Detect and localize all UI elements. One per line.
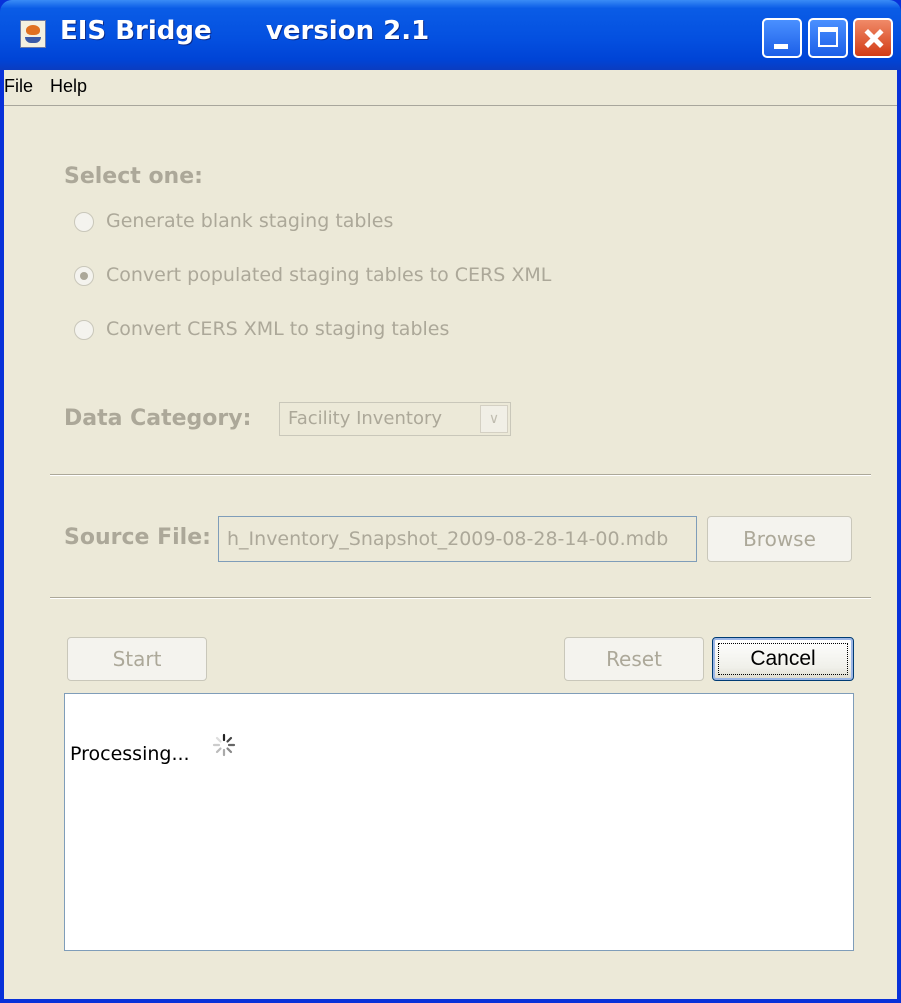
output-panel[interactable]: Processing... bbox=[64, 693, 854, 951]
title-bar[interactable]: EIS Bridge version 2.1 bbox=[0, 0, 901, 70]
window-title: EIS Bridge version 2.1 bbox=[60, 16, 430, 46]
divider bbox=[50, 474, 871, 476]
reset-button[interactable]: Reset bbox=[564, 637, 704, 681]
menu-help[interactable]: Help bbox=[50, 76, 87, 97]
menu-bar: File Help bbox=[4, 70, 897, 106]
maximize-button[interactable] bbox=[808, 18, 848, 58]
chevron-down-icon[interactable]: ∨ bbox=[480, 405, 508, 433]
data-category-label: Data Category: bbox=[64, 406, 252, 431]
app-window: EIS Bridge version 2.1 File Help Select … bbox=[0, 0, 901, 1003]
focus-ring bbox=[718, 643, 848, 675]
data-category-value: Facility Inventory bbox=[288, 408, 443, 429]
client-area: File Help Select one: Generate blank sta… bbox=[4, 70, 897, 999]
close-button[interactable] bbox=[853, 18, 893, 58]
browse-button[interactable]: Browse bbox=[707, 516, 852, 562]
status-text: Processing... bbox=[70, 743, 190, 765]
cancel-button[interactable]: Cancel bbox=[712, 637, 854, 681]
source-file-label: Source File: bbox=[64, 525, 211, 550]
divider bbox=[50, 597, 871, 599]
radio-button[interactable] bbox=[74, 212, 94, 232]
menu-file[interactable]: File bbox=[4, 76, 33, 97]
minimize-button[interactable] bbox=[762, 18, 802, 58]
option-convert-to-xml[interactable]: Convert populated staging tables to CERS… bbox=[74, 264, 574, 292]
data-category-dropdown[interactable]: Facility Inventory ∨ bbox=[279, 402, 511, 436]
option-generate-blank[interactable]: Generate blank staging tables bbox=[74, 210, 574, 238]
radio-button-selected[interactable] bbox=[74, 266, 94, 286]
option-label: Generate blank staging tables bbox=[106, 210, 394, 232]
java-app-icon bbox=[20, 20, 46, 48]
source-file-value: h_Inventory_Snapshot_2009-08-28-14-00.md… bbox=[227, 528, 669, 550]
spinner-icon bbox=[212, 733, 236, 757]
radio-dot-icon bbox=[80, 272, 88, 280]
radio-button[interactable] bbox=[74, 320, 94, 340]
option-label: Convert CERS XML to staging tables bbox=[106, 318, 450, 340]
start-button[interactable]: Start bbox=[67, 637, 207, 681]
source-file-field[interactable]: h_Inventory_Snapshot_2009-08-28-14-00.md… bbox=[218, 516, 697, 562]
option-convert-from-xml[interactable]: Convert CERS XML to staging tables bbox=[74, 318, 574, 346]
select-one-heading: Select one: bbox=[64, 164, 203, 189]
option-label: Convert populated staging tables to CERS… bbox=[106, 264, 552, 286]
